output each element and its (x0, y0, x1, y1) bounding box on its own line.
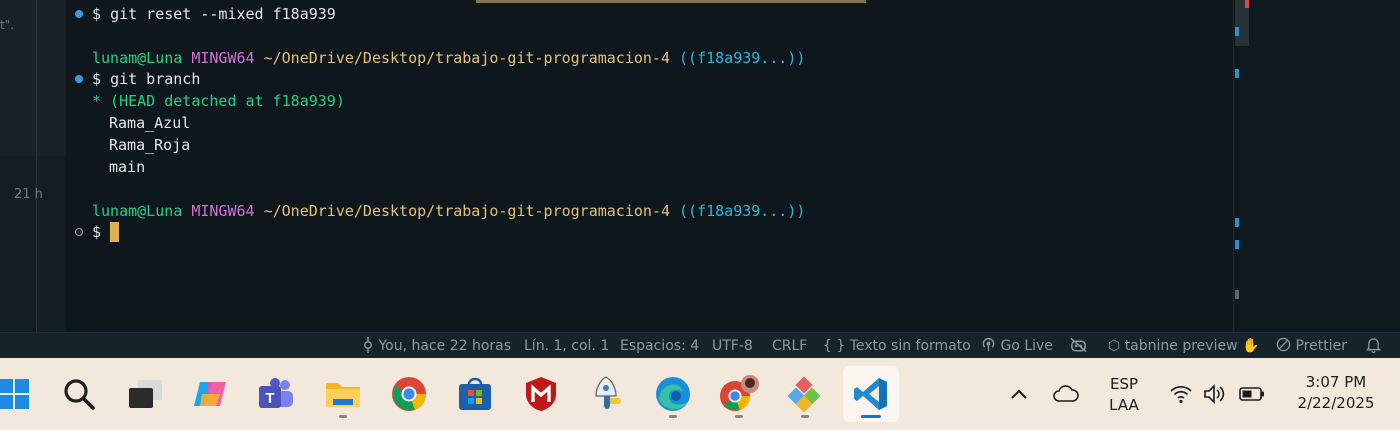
task-view-icon (129, 380, 162, 408)
hand-icon: ✋ (1241, 338, 1260, 354)
command-success-dot[interactable] (75, 10, 83, 18)
cursor-position[interactable]: Lín. 1, col. 1 (524, 333, 609, 359)
volume-button[interactable] (1200, 366, 1230, 422)
network-button[interactable] (1166, 366, 1196, 422)
encoding[interactable]: UTF-8 (712, 333, 753, 359)
end-of-line[interactable]: CRLF (772, 333, 807, 359)
right-panel (1252, 0, 1400, 332)
battery-icon (1239, 387, 1264, 401)
speaker-icon (1204, 384, 1225, 404)
editor-area: t". 21 h $ git reset --mixed f18a939 lun… (0, 0, 1400, 332)
chevron-up-icon (1011, 389, 1027, 399)
onedrive-button[interactable] (1038, 366, 1094, 422)
copilot-disabled-icon (1070, 337, 1087, 353)
indentation[interactable]: Espacios: 4 (620, 333, 699, 359)
go-live-button[interactable]: Go Live (981, 333, 1053, 359)
terminal-line-reset: $ git reset --mixed f18a939 (92, 5, 336, 23)
terminal-prompt: lunam@Luna MINGW64 ~/OneDrive/Desktop/tr… (92, 202, 806, 220)
scrollbar-marker (1235, 27, 1239, 36)
terminal-panel[interactable]: $ git reset --mixed f18a939 lunam@Luna M… (66, 0, 1232, 332)
mcafee-button[interactable] (513, 366, 569, 422)
task-view-button[interactable] (117, 366, 173, 422)
broadcast-icon (982, 337, 995, 352)
language-mode[interactable]: { } Texto sin formato (823, 333, 971, 359)
python-rocket-icon (595, 376, 621, 409)
scrollbar-marker (1235, 218, 1239, 227)
clock-date: 2/22/2025 (1297, 394, 1375, 412)
copilot-button[interactable] (182, 366, 238, 422)
chrome-profile-icon (720, 375, 759, 411)
search-button[interactable] (51, 366, 107, 422)
input-language-indicator[interactable]: ESP LAA (1100, 374, 1148, 416)
file-explorer-button[interactable] (315, 366, 371, 422)
search-icon (64, 379, 95, 410)
command-pending-dot[interactable] (75, 228, 83, 236)
battery-button[interactable] (1236, 366, 1268, 422)
tabnine-status[interactable]: ⬡ tabnine preview ✋ (1108, 333, 1259, 359)
wifi-icon (1170, 385, 1192, 404)
start-button[interactable] (0, 366, 42, 422)
terminal-input-line[interactable]: $ (92, 222, 120, 242)
chrome-profile-button[interactable] (711, 366, 767, 422)
command-success-dot[interactable] (75, 75, 83, 83)
terminal-cursor (110, 222, 120, 242)
copilot-icon (194, 382, 226, 406)
prohibited-icon (1276, 337, 1291, 352)
terminal-prompt: lunam@Luna MINGW64 ~/OneDrive/Desktop/tr… (92, 49, 806, 67)
branch-item: Rama_Azul (109, 114, 191, 132)
chrome-button[interactable] (381, 366, 437, 422)
prettier-status[interactable]: Prettier (1276, 333, 1347, 359)
blame-age: 21 h (14, 187, 43, 202)
git-tool-button[interactable] (777, 366, 833, 422)
vscode-icon (854, 378, 887, 410)
editor-gutter: t". 21 h (0, 0, 66, 332)
clock-time: 3:07 PM (1305, 373, 1367, 391)
branch-item: Rama_Roja (109, 136, 191, 154)
vscode-button[interactable] (843, 366, 899, 422)
gutter-text-fragment: t". (0, 18, 15, 32)
git-commit-icon (364, 337, 372, 353)
store-icon (459, 377, 491, 410)
teams-icon: T (259, 378, 293, 408)
branch-item: main (109, 158, 146, 176)
terminal-scrollbar[interactable] (1233, 0, 1252, 332)
edge-button[interactable] (645, 366, 701, 422)
braces-icon: { } (823, 338, 846, 354)
python-launcher-button[interactable] (579, 366, 635, 422)
scrollbar-marker (1235, 240, 1239, 249)
notifications-button[interactable] (1365, 333, 1382, 359)
microsoft-store-button[interactable] (447, 366, 503, 422)
taskbar: T ESP LAA 3:07 PM 2/22/2025 (0, 358, 1400, 430)
cloud-icon (1053, 385, 1079, 402)
copilot-status[interactable] (1069, 333, 1088, 359)
chrome-icon (392, 377, 427, 411)
tabnine-icon: ⬡ (1108, 338, 1121, 354)
bell-icon (1365, 338, 1382, 354)
teams-button[interactable]: T (248, 366, 304, 422)
scrollbar-marker (1235, 69, 1239, 78)
branch-detached-line: * (HEAD detached at f18a939) (92, 92, 345, 110)
folder-icon (326, 383, 360, 407)
clock[interactable]: 3:07 PM 2/22/2025 (1276, 372, 1396, 414)
scrollbar-marker (1245, 0, 1249, 8)
windows-logo-icon (0, 379, 29, 409)
edge-icon (656, 377, 690, 411)
terminal-line-branch: $ git branch (92, 70, 201, 88)
git-blame-item[interactable]: You, hace 22 horas (362, 333, 511, 359)
status-bar: You, hace 22 horas Lín. 1, col. 1 Espaci… (0, 332, 1400, 359)
svg-text:T: T (265, 390, 274, 407)
scrollbar-marker (1235, 290, 1239, 299)
mcafee-shield-icon (526, 377, 556, 411)
diamond-tool-icon (787, 376, 821, 412)
